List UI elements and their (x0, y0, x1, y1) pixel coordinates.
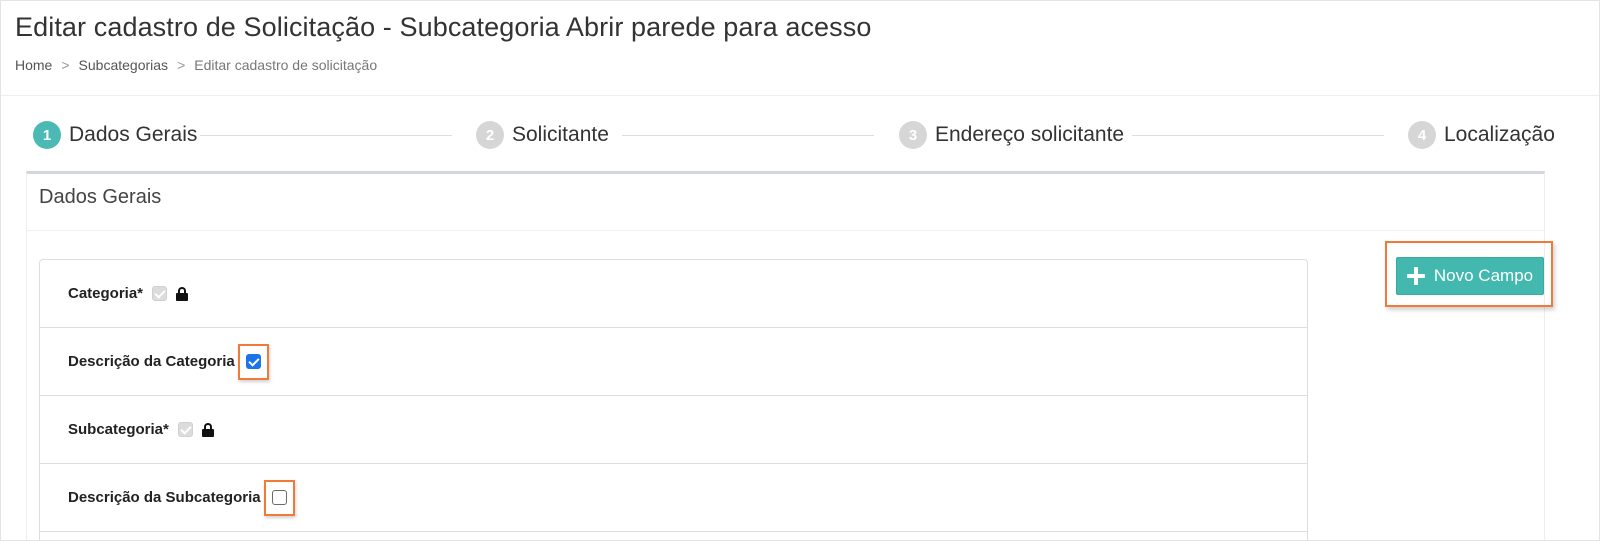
novo-campo-button[interactable]: Novo Campo (1396, 257, 1544, 295)
highlight-box (263, 479, 295, 516)
card-header: Dados Gerais (27, 174, 1544, 231)
field-row-subcategoria: Subcategoria* (40, 396, 1307, 464)
step-label: Localização (1444, 123, 1555, 146)
breadcrumb-home-link[interactable]: Home (15, 57, 52, 73)
wizard-stepper: 1 Dados Gerais 2 Solicitante 3 Endereço … (33, 120, 1578, 152)
step-connector (200, 135, 452, 136)
page: Editar cadastro de Solicitação - Subcate… (0, 0, 1600, 541)
page-header: Editar cadastro de Solicitação - Subcate… (1, 1, 1599, 96)
step-solicitante[interactable]: 2 Solicitante (476, 120, 609, 150)
dados-gerais-card: Dados Gerais Categoria* Descrição da Cat… (26, 171, 1545, 540)
field-row-descricao-subcategoria: Descrição da Subcategoria (40, 464, 1307, 532)
step-endereco-solicitante[interactable]: 3 Endereço solicitante (899, 120, 1124, 150)
page-title: Editar cadastro de Solicitação - Subcate… (15, 12, 872, 42)
field-list: Categoria* Descrição da Categoria Subcat… (39, 259, 1308, 540)
step-connector (622, 135, 874, 136)
step-number: 1 (33, 121, 61, 149)
subcategoria-checkbox-disabled (177, 422, 193, 437)
descricao-categoria-checkbox[interactable] (245, 354, 261, 369)
step-connector (1132, 135, 1384, 136)
descricao-subcategoria-checkbox[interactable] (271, 490, 287, 505)
step-number: 3 (899, 121, 927, 149)
step-number: 2 (476, 121, 504, 149)
field-row-categoria: Categoria* (40, 260, 1307, 328)
field-row-descricao-categoria: Descrição da Categoria (40, 328, 1307, 396)
field-label: Categoria* (68, 285, 144, 302)
breadcrumb-current: Editar cadastro de solicitação (194, 57, 378, 73)
step-label: Solicitante (512, 123, 609, 146)
breadcrumb-subcategorias-link[interactable]: Subcategorias (79, 57, 169, 73)
breadcrumb: Home > Subcategorias > Editar cadastro de so… (15, 57, 377, 73)
step-dados-gerais[interactable]: 1 Dados Gerais (33, 120, 197, 150)
highlight-box (237, 343, 269, 380)
step-number: 4 (1408, 121, 1436, 149)
field-label: Descrição da Subcategoria (68, 489, 261, 506)
card-title: Dados Gerais (39, 186, 162, 208)
novo-campo-label: Novo Campo (1433, 266, 1534, 285)
field-label: Subcategoria* (68, 421, 169, 438)
categoria-checkbox-disabled (152, 286, 168, 301)
step-label: Endereço solicitante (935, 123, 1125, 146)
step-label: Dados Gerais (69, 123, 198, 146)
breadcrumb-separator: > (177, 57, 186, 73)
plus-icon (1406, 267, 1425, 285)
step-localizacao[interactable]: 4 Localização (1408, 120, 1555, 150)
field-label: Descrição da Categoria (68, 353, 235, 370)
lock-icon (201, 422, 214, 437)
lock-icon (176, 286, 189, 301)
breadcrumb-separator: > (61, 57, 70, 73)
